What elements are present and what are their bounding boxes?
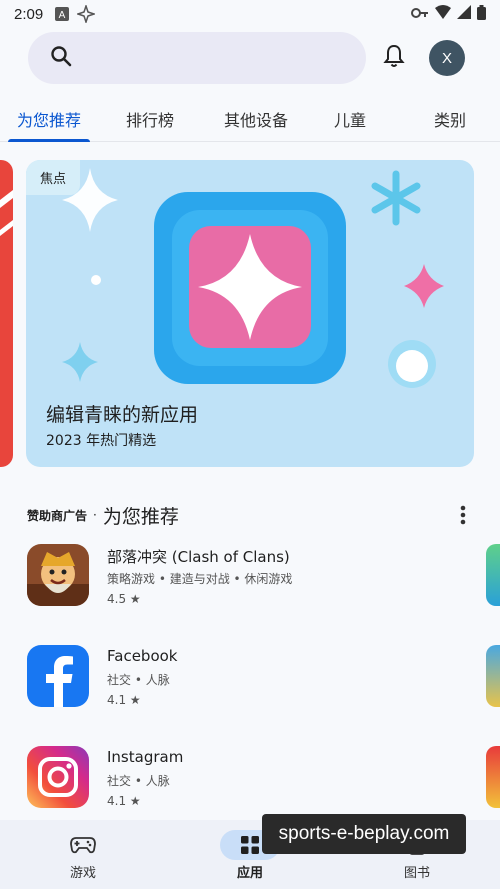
feature-subtitle: 2023 年热门精选 xyxy=(46,433,157,449)
nav-label: 应用 xyxy=(236,866,263,881)
sponsored-label: 赞助商广告 xyxy=(27,508,88,523)
app-name: Instagram xyxy=(107,748,184,766)
app-rating: 4.5 ★ xyxy=(107,592,141,606)
tab-kids[interactable]: 儿童 xyxy=(318,96,382,142)
category-tabs: 为您推荐 排行榜 其他设备 儿童 类别 xyxy=(0,96,500,142)
section-header: 赞助商广告 · 为您推荐 xyxy=(27,500,473,530)
star-icon: ★ xyxy=(129,693,141,707)
app-list-item[interactable]: 部落冲突 (Clash of Clans) 策略游戏 • 建造与对战 • 休闲游… xyxy=(27,544,477,616)
tab-categories[interactable]: 类别 xyxy=(418,96,482,142)
tab-label: 儿童 xyxy=(333,111,366,130)
app-categories: 社交 • 人脉 xyxy=(107,673,170,687)
wifi-icon xyxy=(435,5,451,23)
rating-value: 4.5 xyxy=(107,592,127,606)
clash-of-clans-app-icon xyxy=(27,544,89,606)
section-title: 为您推荐 xyxy=(102,505,179,528)
app-list-item[interactable]: Facebook 社交 • 人脉 4.1 ★ xyxy=(27,645,477,717)
feature-title: 编辑青睐的新应用 xyxy=(46,404,199,426)
tab-label: 排行榜 xyxy=(125,111,174,130)
rating-value: 4.1 xyxy=(107,693,127,707)
previous-feature-card[interactable] xyxy=(0,160,13,467)
tab-top-charts[interactable]: 排行榜 xyxy=(106,96,194,142)
search-bar[interactable] xyxy=(28,32,366,84)
active-tab-indicator xyxy=(8,139,90,142)
tab-for-you[interactable]: 为您推荐 xyxy=(0,96,98,142)
next-app-peek[interactable] xyxy=(486,544,500,606)
feature-badge: 焦点 xyxy=(26,160,81,195)
more-vert-icon xyxy=(460,505,466,525)
status-bar: 2:09 A xyxy=(0,0,500,28)
account-avatar[interactable]: X xyxy=(429,40,465,76)
featured-card[interactable]: 焦点 编辑青睐的新应用 2023 年热门精选 xyxy=(26,160,474,467)
app-name: Facebook xyxy=(107,647,178,665)
more-options-button[interactable] xyxy=(453,503,473,527)
gamepad-icon xyxy=(53,830,113,860)
rating-value: 4.1 xyxy=(107,794,127,808)
watermark-banner: sports-e-beplay.com xyxy=(262,814,466,854)
nav-games[interactable]: 游戏 xyxy=(0,820,166,889)
instagram-app-icon xyxy=(27,746,89,808)
notification-a-icon: A xyxy=(55,7,70,21)
signal-icon xyxy=(457,5,471,23)
app-categories: 社交 • 人脉 xyxy=(107,774,170,788)
battery-icon xyxy=(477,4,486,24)
app-rating: 4.1 ★ xyxy=(107,794,141,808)
tab-label: 为您推荐 xyxy=(16,111,81,130)
separator-dot: · xyxy=(93,508,97,522)
app-rating: 4.1 ★ xyxy=(107,693,141,707)
tab-label: 其他设备 xyxy=(223,111,288,130)
nav-label: 游戏 xyxy=(69,866,96,881)
status-time: 2:09 xyxy=(14,5,44,23)
nav-label: 图书 xyxy=(403,866,430,881)
search-icon xyxy=(50,45,72,71)
key-icon xyxy=(411,5,429,23)
star-icon: ★ xyxy=(129,592,141,606)
next-app-peek[interactable] xyxy=(486,746,500,808)
svg-text:A: A xyxy=(59,10,66,21)
game-controller-status-icon xyxy=(77,5,96,23)
tab-label: 类别 xyxy=(433,111,466,130)
star-icon: ★ xyxy=(129,794,141,808)
bell-icon xyxy=(383,44,405,72)
tab-other-devices[interactable]: 其他设备 xyxy=(206,96,306,142)
app-name: 部落冲突 (Clash of Clans) xyxy=(107,548,290,566)
notifications-button[interactable] xyxy=(380,44,408,72)
facebook-app-icon xyxy=(27,645,89,707)
app-list-item[interactable]: Instagram 社交 • 人脉 4.1 ★ xyxy=(27,746,477,818)
app-categories: 策略游戏 • 建造与对战 • 休闲游戏 xyxy=(107,572,293,586)
next-app-peek[interactable] xyxy=(486,645,500,707)
